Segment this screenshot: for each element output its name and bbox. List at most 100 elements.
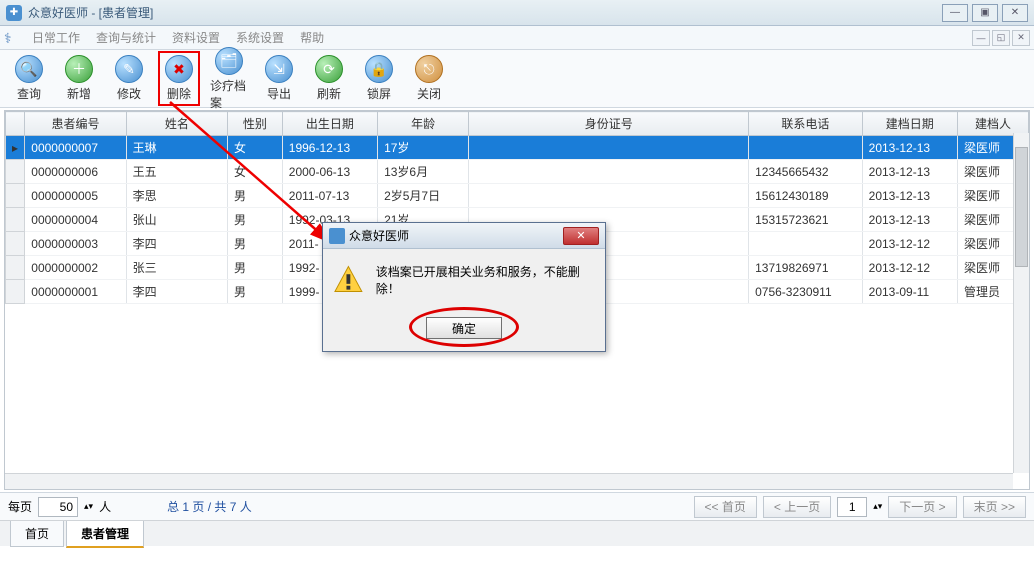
tab-patients[interactable]: 患者管理 bbox=[66, 521, 144, 548]
row-selector[interactable] bbox=[6, 280, 25, 304]
query-button[interactable]: 🔍查询 bbox=[8, 53, 50, 104]
cell-idcard bbox=[469, 160, 749, 184]
cell-sex: 女 bbox=[228, 136, 283, 160]
menu-query[interactable]: 查询与统计 bbox=[88, 27, 164, 48]
mdi-close-button[interactable]: ✕ bbox=[1012, 30, 1030, 46]
cell-phone: 15612430189 bbox=[749, 184, 863, 208]
cell-phone: 15315723621 bbox=[749, 208, 863, 232]
cell-dob: 2011-07-13 bbox=[282, 184, 377, 208]
cell-phone: 12345665432 bbox=[749, 160, 863, 184]
cell-sex: 男 bbox=[228, 280, 283, 304]
cell-filed: 2013-12-12 bbox=[862, 256, 957, 280]
row-selector[interactable] bbox=[6, 184, 25, 208]
edit-icon: ✎ bbox=[115, 55, 143, 83]
plus-icon: ＋ bbox=[65, 55, 93, 83]
col-id[interactable]: 患者编号 bbox=[25, 112, 126, 136]
stepper-icon[interactable]: ▴▾ bbox=[84, 501, 93, 512]
perpage-unit: 人 bbox=[99, 498, 111, 515]
table-row[interactable]: 0000000007王琳女1996-12-1317岁2013-12-13梁医师 bbox=[6, 136, 1029, 160]
cell-filed: 2013-12-13 bbox=[862, 184, 957, 208]
cell-age: 2岁5月7日 bbox=[378, 184, 469, 208]
close-tab-button[interactable]: ⎋关闭 bbox=[408, 53, 450, 104]
table-row[interactable]: 0000000005李思男2011-07-132岁5月7日15612430189… bbox=[6, 184, 1029, 208]
col-phone[interactable]: 联系电话 bbox=[749, 112, 863, 136]
col-filed[interactable]: 建档日期 bbox=[862, 112, 957, 136]
warning-icon bbox=[333, 264, 364, 296]
cell-id: 0000000003 bbox=[25, 232, 126, 256]
next-page-button[interactable]: 下一页 > bbox=[888, 496, 956, 518]
refresh-icon: ⟳ bbox=[315, 55, 343, 83]
menubar: ⚕ 日常工作 查询与统计 资料设置 系统设置 帮助 — ◱ ✕ bbox=[0, 26, 1034, 50]
table-row[interactable]: 0000000006王五女2000-06-1313岁6月123456654322… bbox=[6, 160, 1029, 184]
dialog-close-button[interactable]: ✕ bbox=[563, 227, 599, 245]
cell-filed: 2013-12-13 bbox=[862, 208, 957, 232]
last-page-button[interactable]: 末页 >> bbox=[963, 496, 1026, 518]
col-age[interactable]: 年龄 bbox=[378, 112, 469, 136]
cell-phone bbox=[749, 136, 863, 160]
cell-id: 0000000006 bbox=[25, 160, 126, 184]
cell-filed: 2013-09-11 bbox=[862, 280, 957, 304]
archive-icon: 🗂 bbox=[215, 47, 243, 75]
dialog-titlebar: 众意好医师 ✕ bbox=[323, 223, 605, 249]
window-titlebar: ✚ 众意好医师 - [患者管理] — ▣ ✕ bbox=[0, 0, 1034, 26]
perpage-input[interactable] bbox=[38, 497, 78, 517]
archive-button[interactable]: 🗂诊疗档案 bbox=[208, 45, 250, 113]
door-icon: ⎋ bbox=[415, 55, 443, 83]
cell-filed: 2013-12-13 bbox=[862, 136, 957, 160]
delete-button[interactable]: ✖删除 bbox=[158, 51, 200, 106]
mdi-minimize-button[interactable]: — bbox=[972, 30, 990, 46]
cell-id: 0000000004 bbox=[25, 208, 126, 232]
menu-daily[interactable]: 日常工作 bbox=[24, 27, 88, 48]
ok-button[interactable]: 确定 bbox=[426, 317, 502, 339]
row-selector[interactable] bbox=[6, 208, 25, 232]
col-by[interactable]: 建档人 bbox=[957, 112, 1028, 136]
dialog-body: 该档案已开展相关业务和服务，不能删除！ bbox=[323, 249, 605, 311]
col-name[interactable]: 姓名 bbox=[126, 112, 227, 136]
export-button[interactable]: ⇲导出 bbox=[258, 53, 300, 104]
close-button[interactable]: ✕ bbox=[1002, 4, 1028, 22]
col-dob[interactable]: 出生日期 bbox=[282, 112, 377, 136]
cell-sex: 男 bbox=[228, 208, 283, 232]
cell-name: 王五 bbox=[126, 160, 227, 184]
vertical-scrollbar[interactable] bbox=[1013, 133, 1029, 473]
cell-phone: 13719826971 bbox=[749, 256, 863, 280]
cell-name: 张三 bbox=[126, 256, 227, 280]
tab-home[interactable]: 首页 bbox=[10, 521, 64, 547]
row-selector[interactable] bbox=[6, 160, 25, 184]
edit-button[interactable]: ✎修改 bbox=[108, 53, 150, 104]
mdi-restore-button[interactable]: ◱ bbox=[992, 30, 1010, 46]
scroll-thumb[interactable] bbox=[1015, 147, 1028, 267]
cell-sex: 男 bbox=[228, 184, 283, 208]
lock-button[interactable]: 🔒锁屏 bbox=[358, 53, 400, 104]
minimize-button[interactable]: — bbox=[942, 4, 968, 22]
pager: 每页 ▴▾ 人 总 1 页 / 共 7 人 << 首页 < 上一页 ▴▾ 下一页… bbox=[0, 492, 1034, 520]
lock-icon: 🔒 bbox=[365, 55, 393, 83]
page-input[interactable] bbox=[837, 497, 867, 517]
add-button[interactable]: ＋新增 bbox=[58, 53, 100, 104]
cell-phone bbox=[749, 232, 863, 256]
cell-id: 0000000001 bbox=[25, 280, 126, 304]
col-idcard[interactable]: 身份证号 bbox=[469, 112, 749, 136]
export-icon: ⇲ bbox=[265, 55, 293, 83]
alert-dialog: 众意好医师 ✕ 该档案已开展相关业务和服务，不能删除！ 确定 bbox=[322, 222, 606, 352]
cell-idcard bbox=[469, 136, 749, 160]
cell-dob: 2000-06-13 bbox=[282, 160, 377, 184]
maximize-button[interactable]: ▣ bbox=[972, 4, 998, 22]
row-selector[interactable] bbox=[6, 136, 25, 160]
menu-help[interactable]: 帮助 bbox=[292, 27, 332, 48]
col-sex[interactable]: 性别 bbox=[228, 112, 283, 136]
refresh-button[interactable]: ⟳刷新 bbox=[308, 53, 350, 104]
row-selector[interactable] bbox=[6, 256, 25, 280]
search-icon: 🔍 bbox=[15, 55, 43, 83]
first-page-button[interactable]: << 首页 bbox=[694, 496, 757, 518]
cell-id: 0000000005 bbox=[25, 184, 126, 208]
cell-age: 17岁 bbox=[378, 136, 469, 160]
cell-id: 0000000007 bbox=[25, 136, 126, 160]
cell-name: 王琳 bbox=[126, 136, 227, 160]
row-selector[interactable] bbox=[6, 232, 25, 256]
prev-page-button[interactable]: < 上一页 bbox=[763, 496, 831, 518]
page-stepper-icon[interactable]: ▴▾ bbox=[873, 501, 882, 512]
horizontal-scrollbar[interactable] bbox=[5, 473, 1013, 489]
cell-idcard bbox=[469, 184, 749, 208]
cell-sex: 女 bbox=[228, 160, 283, 184]
